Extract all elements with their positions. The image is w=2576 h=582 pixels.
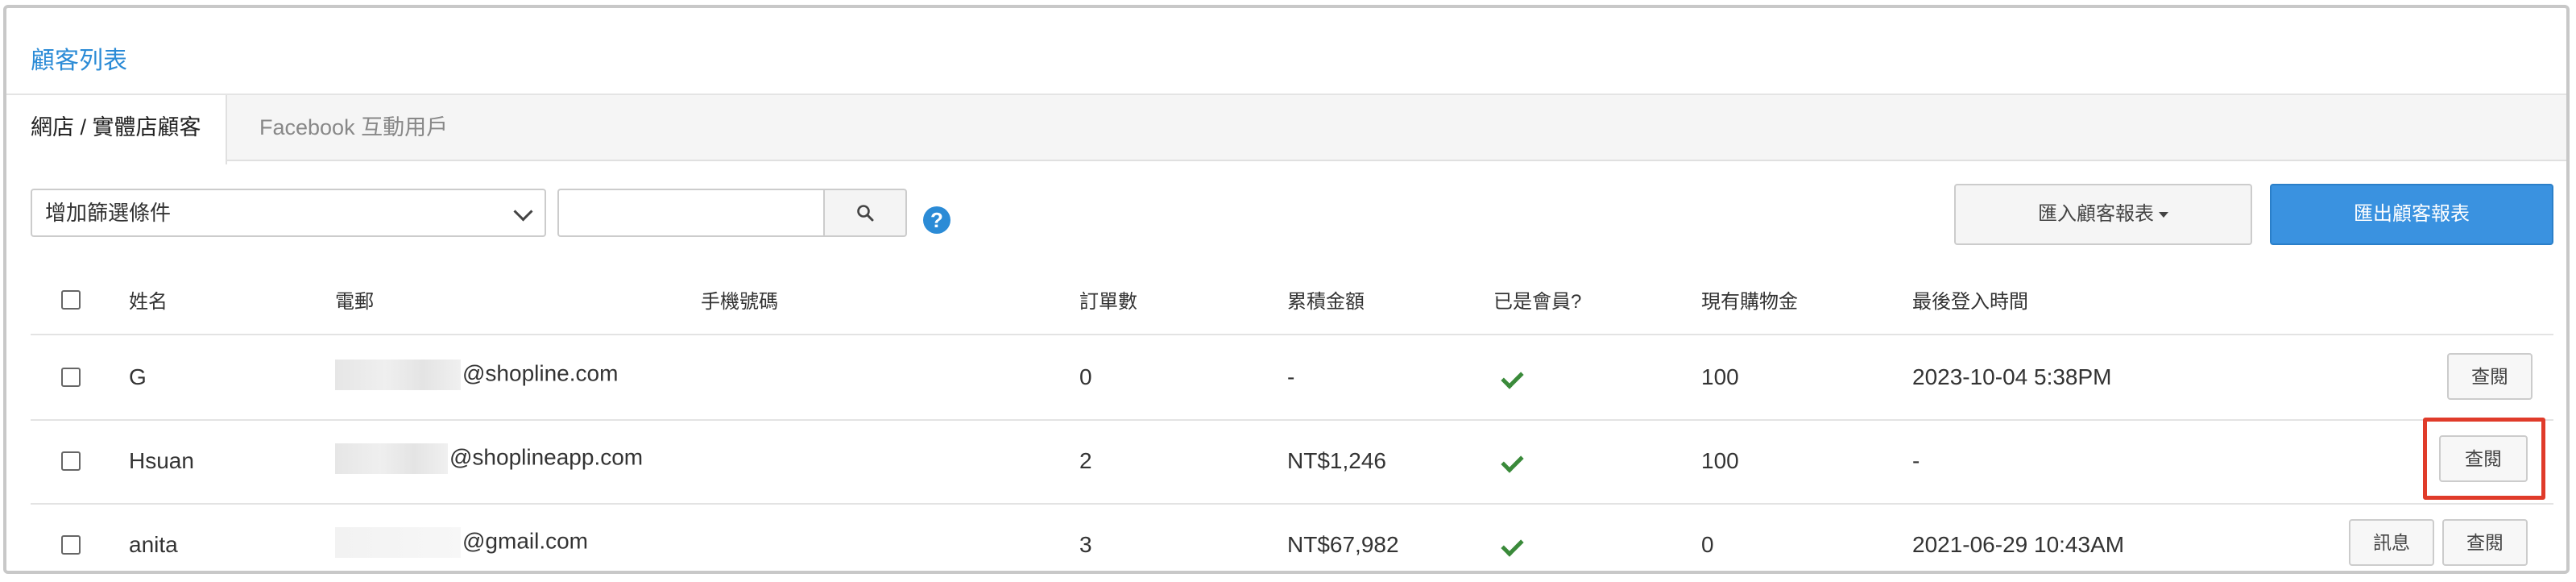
total-amount: - <box>1287 364 1295 389</box>
order-count: 2 <box>1079 448 1092 473</box>
customer-email: @shopline.com <box>335 360 618 390</box>
last-login-time: - <box>1912 448 1920 473</box>
store-credit: 0 <box>1701 532 1714 557</box>
redacted-email-user <box>335 527 461 558</box>
search-button[interactable] <box>823 189 907 237</box>
email-domain: @shopline.com <box>462 360 619 386</box>
header-email: 電郵 <box>335 291 374 313</box>
customer-email: @shoplineapp.com <box>335 443 643 474</box>
redacted-email-user <box>335 360 461 390</box>
view-button[interactable]: 查閱 <box>2447 353 2533 400</box>
member-check-icon <box>1501 366 1524 389</box>
tab-facebook-users[interactable]: Facebook 互動用戶 <box>235 95 472 163</box>
order-count: 0 <box>1079 364 1092 389</box>
header-total: 累積金額 <box>1287 291 1365 313</box>
customer-name: anita <box>129 532 178 557</box>
header-phone: 手機號碼 <box>701 291 778 313</box>
export-customers-button[interactable]: 匯出顧客報表 <box>2270 184 2553 245</box>
email-domain: @gmail.com <box>462 528 589 554</box>
header-member: 已是會員? <box>1493 291 1582 313</box>
tab-online-offline-customers[interactable]: 網店 / 實體店顧客 <box>6 95 227 164</box>
header-credit: 現有購物金 <box>1701 291 1798 313</box>
chevron-down-icon <box>513 202 533 222</box>
row-checkbox[interactable] <box>61 535 81 555</box>
last-login-time: 2021-06-29 10:43AM <box>1912 532 2125 557</box>
view-button[interactable]: 查閱 <box>2442 519 2528 566</box>
member-check-icon <box>1501 534 1524 557</box>
header-orders: 訂單數 <box>1079 291 1137 313</box>
email-domain: @shoplineapp.com <box>449 444 644 470</box>
search-input[interactable] <box>557 189 825 237</box>
message-button[interactable]: 訊息 <box>2349 519 2434 566</box>
select-all-checkbox[interactable] <box>61 290 81 310</box>
table-row: G @shopline.com 0 - 100 2023-10-04 5:38P… <box>31 335 2553 421</box>
store-credit: 100 <box>1701 364 1739 389</box>
total-amount: NT$67,982 <box>1287 532 1399 557</box>
table-row: Hsuan @shoplineapp.com 2 NT$1,246 100 - … <box>31 418 2553 505</box>
header-name: 姓名 <box>129 291 168 313</box>
import-customers-label: 匯入顧客報表 <box>2038 203 2154 225</box>
search-icon <box>857 205 874 222</box>
member-check-icon <box>1501 450 1524 473</box>
customer-list-panel: 顧客列表 網店 / 實體店顧客 Facebook 互動用戶 增加篩選條件 ? 匯… <box>3 5 2570 574</box>
customer-name: Hsuan <box>129 448 194 473</box>
customer-email: @gmail.com <box>335 527 588 558</box>
caret-down-icon <box>2159 212 2168 218</box>
row-checkbox[interactable] <box>61 451 81 471</box>
store-credit: 100 <box>1701 448 1739 473</box>
header-last-login: 最後登入時間 <box>1912 291 2028 313</box>
tabs-bar: 網店 / 實體店顧客 Facebook 互動用戶 <box>6 94 2566 164</box>
help-icon[interactable]: ? <box>923 206 950 234</box>
table-header: 姓名 電郵 手機號碼 訂單數 累積金額 已是會員? 現有購物金 最後登入時間 <box>31 264 2553 335</box>
last-login-time: 2023-10-04 5:38PM <box>1912 364 2112 389</box>
add-filter-select[interactable]: 增加篩選條件 <box>31 189 546 237</box>
import-customers-button[interactable]: 匯入顧客報表 <box>1954 184 2252 245</box>
row-checkbox[interactable] <box>61 368 81 387</box>
table-row: anita @gmail.com 3 NT$67,982 0 2021-06-2… <box>31 503 2553 571</box>
order-count: 3 <box>1079 532 1092 557</box>
total-amount: NT$1,246 <box>1287 448 1386 473</box>
redacted-email-user <box>335 443 448 474</box>
view-button[interactable]: 查閱 <box>2439 435 2528 482</box>
customer-name: G <box>129 364 147 389</box>
page-title: 顧客列表 <box>31 48 127 74</box>
add-filter-label: 增加篩選條件 <box>45 201 172 225</box>
